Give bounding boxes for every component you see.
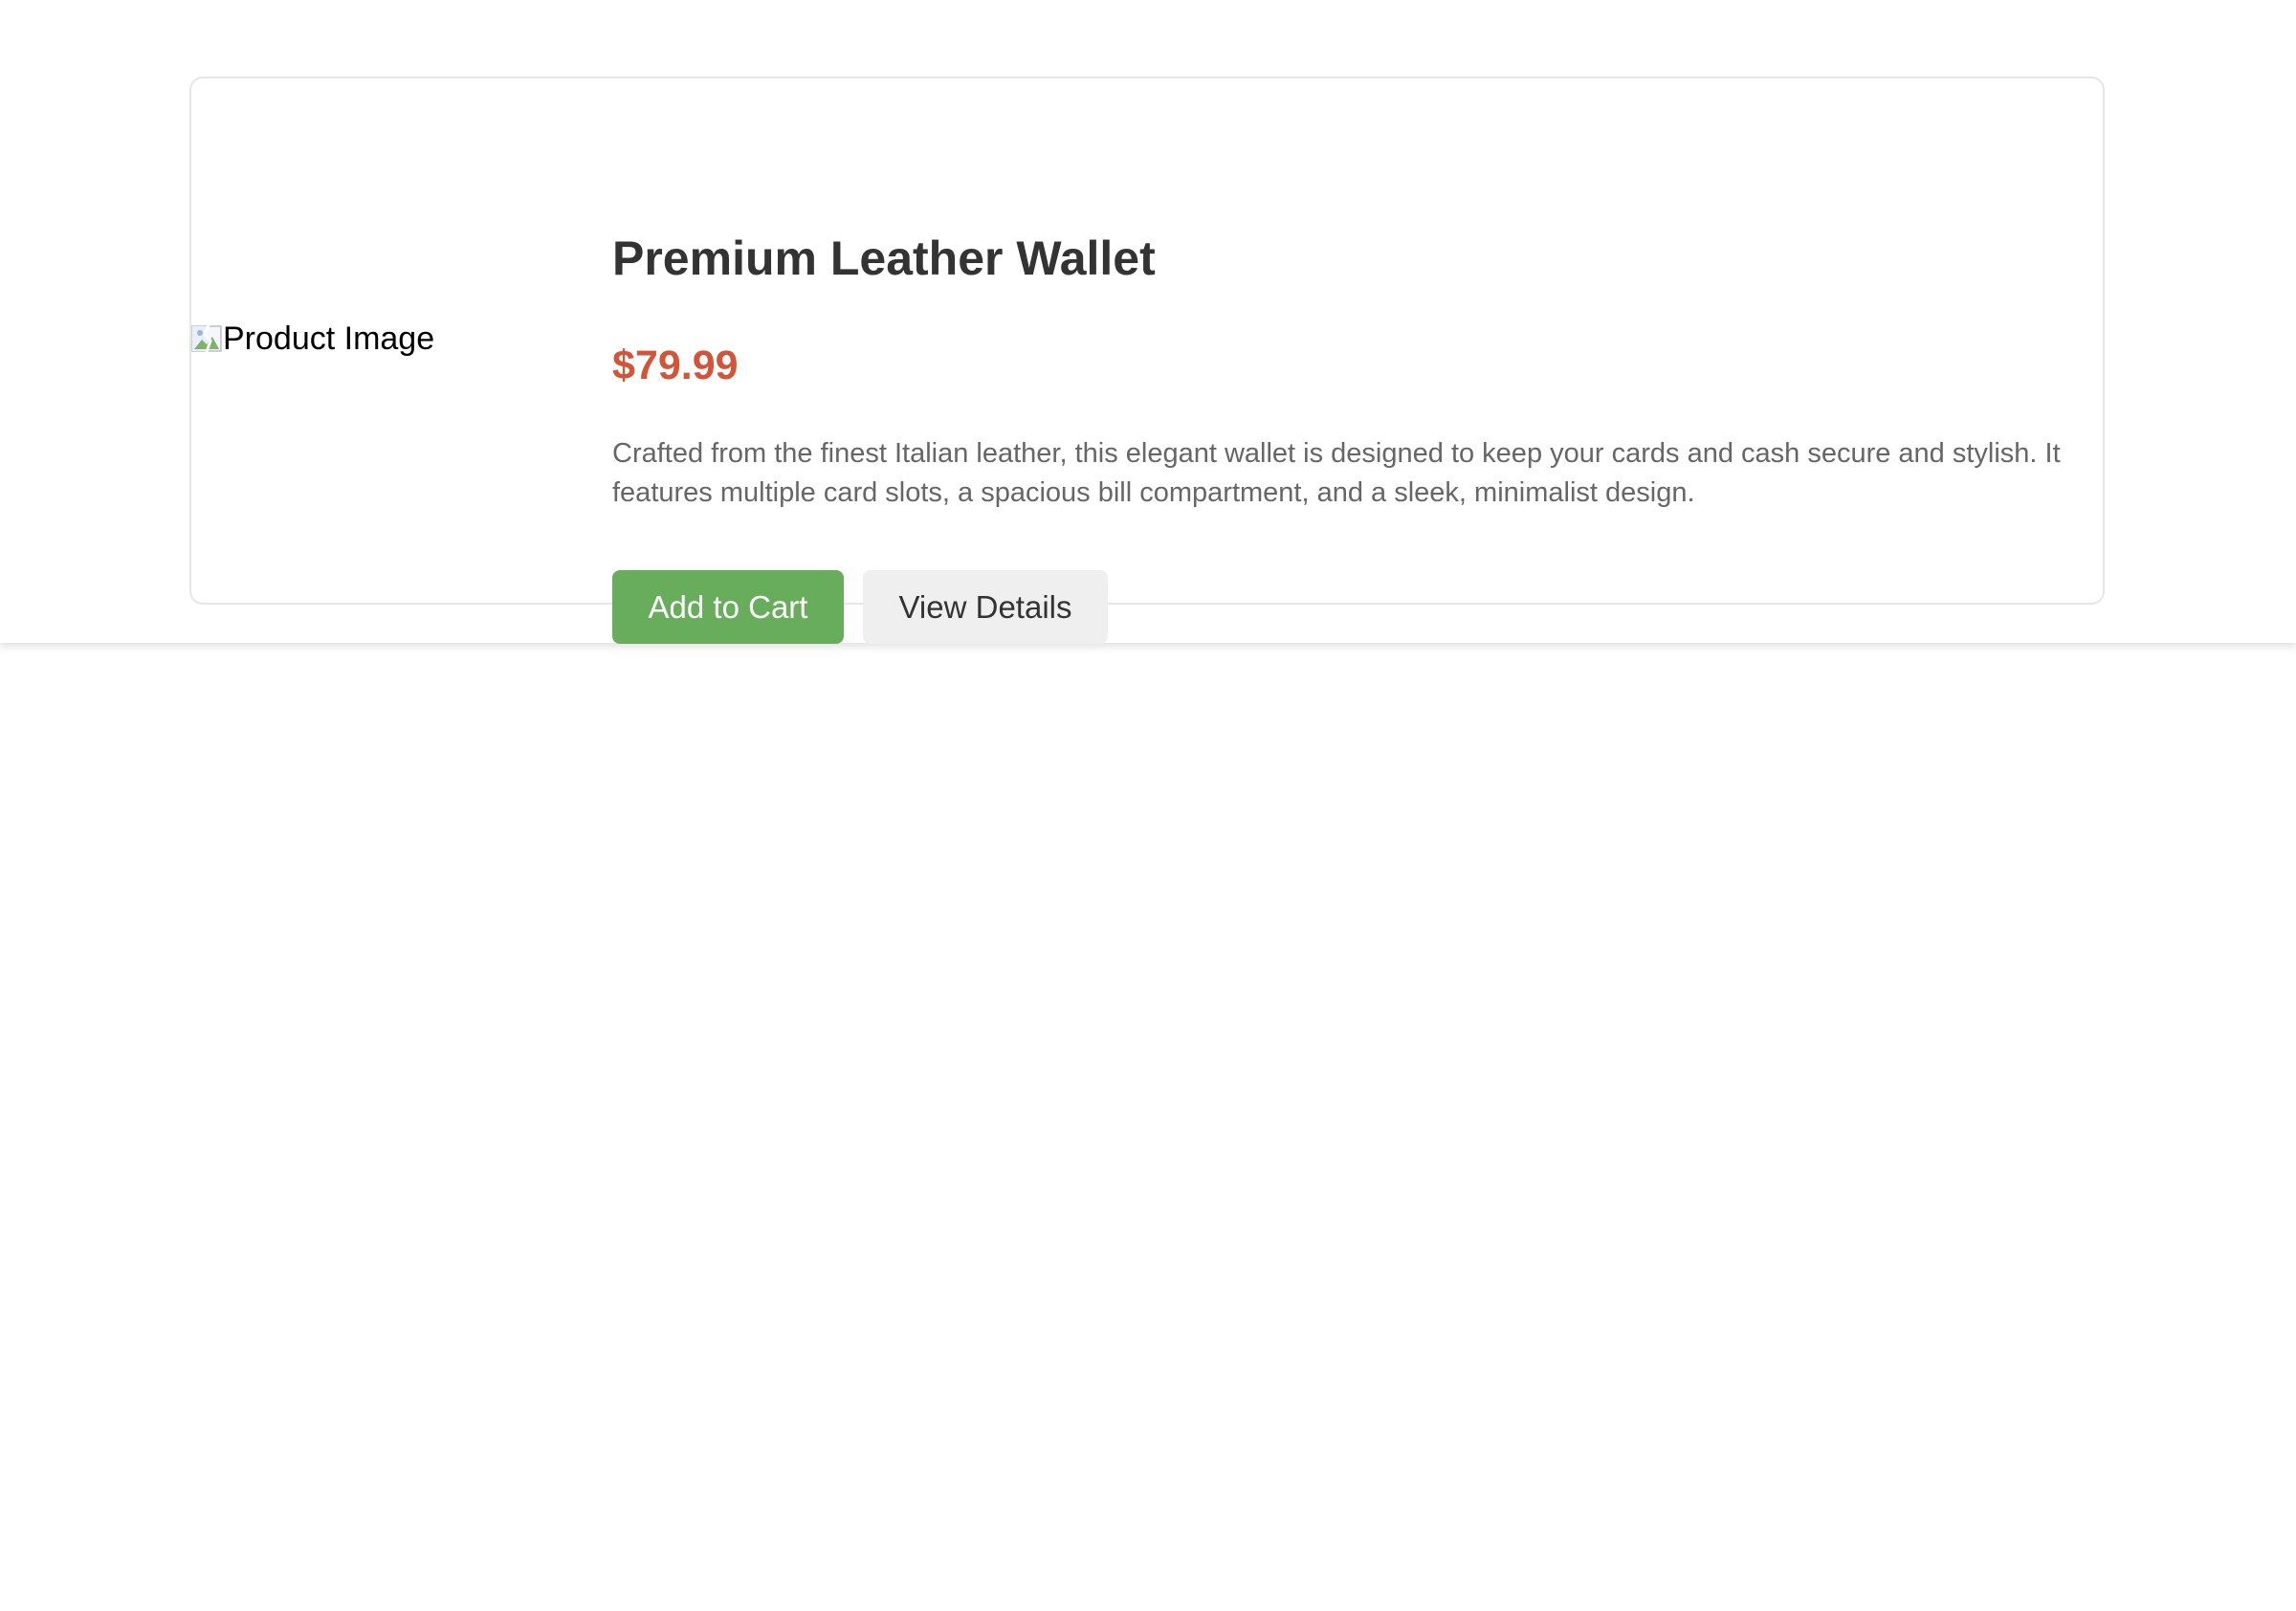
add-to-cart-button[interactable]: Add to Cart	[612, 570, 844, 644]
product-image: Product Image	[191, 320, 434, 358]
view-details-button[interactable]: View Details	[863, 570, 1108, 644]
product-image-container: Product Image	[191, 78, 612, 603]
broken-image-icon	[191, 323, 222, 354]
product-card: Product Image Premium Leather Wallet $79…	[189, 77, 2105, 644]
product-price: $79.99	[612, 342, 739, 388]
product-description: Crafted from the finest Italian leather,…	[612, 438, 2061, 508]
product-image-alt-text: Product Image	[223, 320, 435, 357]
product-actions: Add to Cart View Details	[612, 570, 1108, 644]
product-title: Premium Leather Wallet	[612, 232, 1156, 285]
